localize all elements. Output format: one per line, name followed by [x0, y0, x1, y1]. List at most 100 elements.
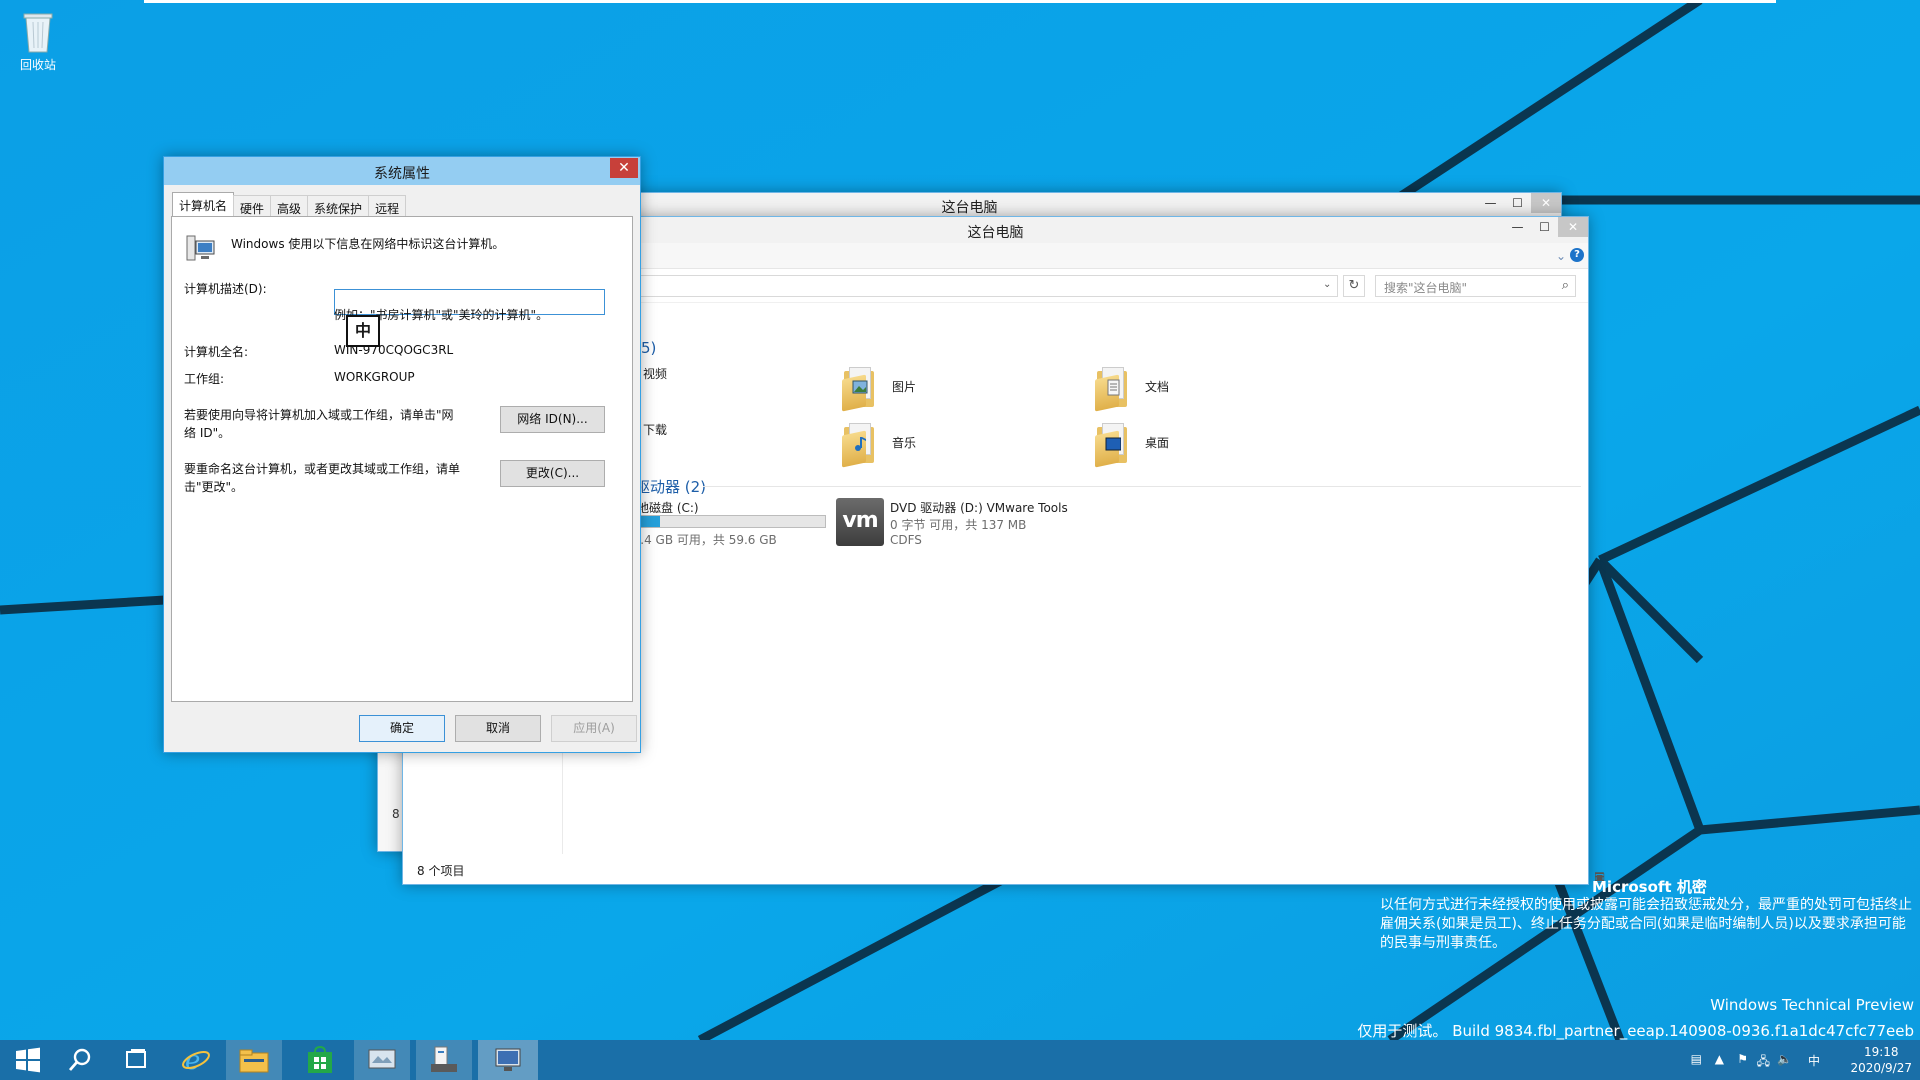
help-icon[interactable]: ? — [1570, 248, 1584, 262]
close-button[interactable]: ✕ — [1558, 217, 1588, 237]
recycle-bin-label: 回收站 — [19, 58, 56, 72]
music-folder-icon — [840, 419, 878, 468]
task-view-button[interactable] — [108, 1040, 164, 1080]
start-icon — [16, 1047, 40, 1073]
drive-d-label: DVD 驱动器 (D:) VMware Tools — [890, 501, 1068, 515]
clock-time: 19:18 — [1863, 1045, 1899, 1059]
dialog-title-bar[interactable]: 系统属性 ✕ — [164, 157, 640, 185]
server-manager-button[interactable] — [416, 1040, 472, 1080]
minimize-button[interactable]: — — [1477, 193, 1504, 213]
top-window-edge — [144, 0, 1776, 3]
app-button[interactable] — [354, 1040, 410, 1080]
system-properties-button[interactable] — [478, 1040, 538, 1080]
folders-group-title[interactable]: 5) — [641, 339, 656, 357]
start-button[interactable] — [0, 1040, 56, 1080]
tab-remote[interactable]: 远程 — [368, 195, 407, 217]
flag-icon[interactable]: ⚑ — [1737, 1052, 1748, 1066]
search-box[interactable]: 搜索"这台电脑" ⌕ — [1375, 275, 1576, 297]
ime-tray-indicator[interactable]: 中 — [1808, 1052, 1820, 1069]
server-manager-icon — [431, 1046, 457, 1072]
technical-preview-label: Windows Technical Preview — [1710, 996, 1914, 1014]
build-string: 仅用于测试。 Build 9834.fbl_partner_eeap.14090… — [1357, 1022, 1914, 1040]
search-icon: ⌕ — [1561, 278, 1569, 293]
desktop-folder-icon — [1093, 419, 1131, 468]
system-properties-dialog[interactable]: 系统属性 ✕ 计算机名 硬件 高级 系统保护 远程 Windows 使用以下信息… — [163, 156, 641, 753]
status-bar: 8 个项目 ☰ ▣ — [403, 854, 1605, 884]
vmware-tools-icon: vm — [836, 498, 884, 546]
network-id-button[interactable]: 网络 ID(N)... — [500, 406, 605, 433]
full-name-value: WIN-970CQOGC3RL — [334, 343, 454, 357]
network-id-text: 若要使用向导将计算机加入域或工作组，请单击"网络 ID"。 — [184, 408, 454, 440]
store-button[interactable] — [292, 1040, 348, 1080]
tab-system-protection[interactable]: 系统保护 — [307, 195, 370, 217]
search-icon — [68, 1048, 91, 1071]
address-dropdown-icon[interactable]: ⌄ — [1323, 279, 1331, 290]
refresh-icon[interactable]: ↻ — [1343, 275, 1365, 297]
drive-d-fs: CDFS — [890, 533, 922, 547]
app-icon — [368, 1049, 396, 1069]
folder-label: 文档 — [1145, 379, 1170, 394]
rename-text: 要重命名这台计算机，或者更改其域或工作组，请单击"更改"。 — [184, 462, 461, 494]
recycle-bin-icon — [23, 13, 53, 53]
computer-name-panel: Windows 使用以下信息在网络中标识这台计算机。 计算机描述(D): 例如：… — [171, 216, 633, 702]
confidential-title: Microsoft 机密 — [1592, 878, 1707, 896]
pictures-folder-icon — [840, 363, 878, 412]
folder-pictures[interactable]: 图片 — [840, 363, 917, 412]
drives-group-title[interactable]: 驱动器 (2) — [635, 476, 706, 497]
close-button[interactable]: ✕ — [610, 158, 638, 178]
drive-d-free: 0 字节 可用，共 137 MB — [890, 518, 1027, 532]
folder-label: 桌面 — [1145, 435, 1170, 450]
volume-icon[interactable]: 🔈 — [1777, 1052, 1792, 1066]
maximize-button[interactable]: ☐ — [1531, 217, 1558, 237]
tab-hardware[interactable]: 硬件 — [233, 195, 272, 217]
drive-c-free: 49.4 GB 可用，共 59.6 GB — [625, 533, 777, 547]
tab-advanced[interactable]: 高级 — [270, 195, 309, 217]
item-count-peek: 8 — [392, 807, 400, 821]
minimize-button[interactable]: — — [1504, 217, 1531, 237]
show-hidden-icons[interactable]: ▲ — [1715, 1052, 1724, 1066]
task-view-icon — [126, 1049, 146, 1068]
svg-text:e: e — [185, 1046, 200, 1075]
dialog-title: 系统属性 — [374, 166, 430, 182]
tab-computer-name[interactable]: 计算机名 — [172, 192, 235, 217]
workgroup-value: WORKGROUP — [334, 370, 415, 384]
clock-date: 2020/9/27 — [1850, 1061, 1912, 1075]
full-name-label: 计算机全名: — [184, 345, 249, 359]
apply-button[interactable]: 应用(A) — [551, 715, 637, 742]
system-properties-icon — [495, 1048, 521, 1071]
maximize-button[interactable]: ☐ — [1504, 193, 1531, 213]
file-explorer-button[interactable] — [226, 1040, 282, 1080]
internet-explorer-button[interactable]: e — [168, 1040, 224, 1080]
folder-desktop[interactable]: 桌面 — [1093, 419, 1170, 468]
close-button[interactable]: ✕ — [1531, 193, 1561, 213]
folder-music[interactable]: 音乐 — [840, 419, 916, 468]
internet-explorer-icon: e — [182, 1046, 210, 1075]
confidential-body: 以任何方式进行未经授权的使用或披露可能会招致惩戒处分，最严重的处罚可包括终止雇佣… — [1380, 897, 1912, 951]
clock[interactable]: 19:18 2020/9/27 — [1850, 1044, 1912, 1076]
description-label: 计算机描述(D): — [184, 282, 267, 296]
store-icon — [308, 1046, 332, 1073]
search-placeholder: 搜索"这台电脑" — [1384, 281, 1468, 295]
folder-documents[interactable]: 文档 — [1093, 363, 1170, 412]
file-explorer-icon — [239, 1049, 269, 1073]
ok-button[interactable]: 确定 — [359, 715, 445, 742]
cancel-button[interactable]: 取消 — [455, 715, 541, 742]
recycle-bin[interactable]: 回收站 — [12, 6, 64, 73]
item-count: 8 个项目 — [417, 864, 465, 878]
folder-label: 视频 — [643, 367, 668, 381]
computer-icon — [186, 235, 215, 261]
network-icon[interactable]: 🖧 — [1757, 1052, 1770, 1073]
change-button[interactable]: 更改(C)... — [500, 460, 605, 487]
taskbar: e ▤ ▲ ⚑ 🖧 🔈 中 19:18 2020/9/27 — [0, 1040, 1920, 1080]
intro-text: Windows 使用以下信息在网络中标识这台计算机。 — [231, 237, 505, 251]
search-button[interactable] — [52, 1040, 108, 1080]
action-center-icon[interactable]: ▤ — [1691, 1052, 1702, 1066]
workgroup-label: 工作组: — [184, 372, 225, 386]
drive-c-usage-bar — [625, 515, 826, 528]
documents-folder-icon — [1093, 363, 1131, 412]
expand-ribbon-icon[interactable]: ⌄ — [1556, 249, 1566, 263]
folder-label: 下载 — [643, 423, 668, 437]
group-divider — [703, 486, 1581, 487]
tab-strip: 计算机名 硬件 高级 系统保护 远程 — [172, 192, 407, 217]
folder-label: 图片 — [892, 379, 917, 394]
